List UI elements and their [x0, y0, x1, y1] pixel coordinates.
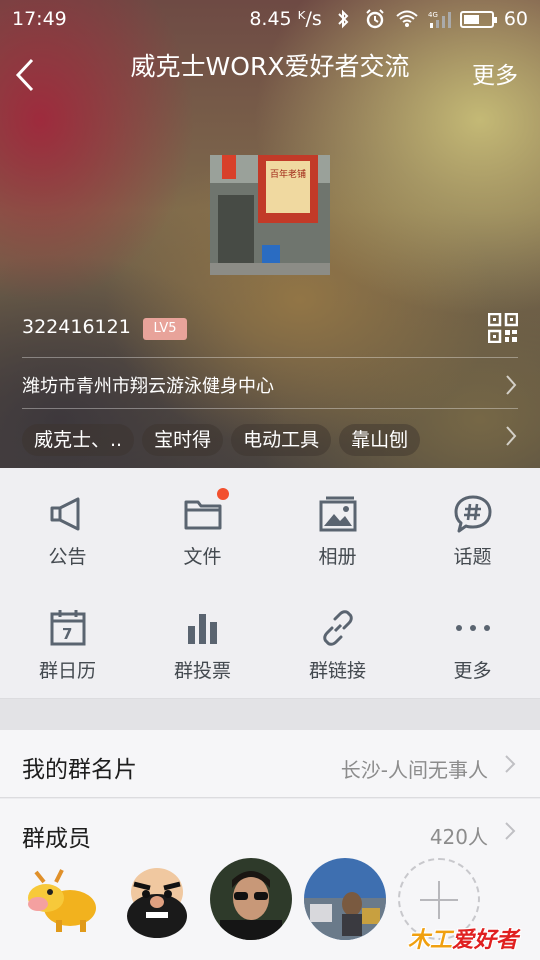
topics-button[interactable]: 话题	[405, 494, 540, 604]
group-tag[interactable]: 电动工具	[231, 424, 332, 456]
divider	[22, 408, 518, 409]
chevron-right-icon	[505, 822, 516, 840]
function-grid: 公告 文件 相册 话题 7 群日历 群投票 群链接 更多	[0, 468, 540, 698]
chevron-right-icon	[505, 755, 516, 773]
megaphone-icon	[50, 497, 79, 531]
group-location[interactable]: 潍坊市青州市翔云游泳健身中心	[22, 372, 274, 398]
bluetooth-icon	[332, 9, 354, 29]
more-dots-icon	[455, 625, 490, 631]
chevron-right-icon	[506, 426, 517, 446]
function-label: 话题	[453, 546, 492, 568]
qr-code-icon[interactable]	[487, 312, 519, 344]
group-card-value: 长沙-人间无事人	[340, 758, 488, 782]
section-gap	[0, 698, 540, 730]
group-header: 17:49 8.45 ᴷ/s 4G 60 威克士WORX爱好者交流 更多 百年老…	[0, 0, 540, 468]
alarm-icon	[364, 9, 386, 29]
status-bar: 17:49 8.45 ᴷ/s 4G 60	[0, 0, 540, 38]
function-label: 群投票	[173, 660, 231, 682]
function-label: 群日历	[38, 660, 96, 682]
group-id: 322416121	[22, 316, 131, 338]
bar-chart-icon	[187, 614, 217, 644]
level-badge: LV5	[143, 318, 187, 340]
function-label: 更多	[453, 660, 492, 682]
battery-level: 60	[503, 8, 528, 30]
function-label: 公告	[48, 546, 87, 568]
calendar-icon: 7	[50, 610, 85, 646]
group-tag[interactable]: 靠山刨	[339, 424, 421, 456]
folder-icon	[184, 500, 221, 530]
chevron-left-icon	[15, 58, 34, 92]
group-members-count: 420人	[429, 825, 488, 849]
chevron-right-icon	[506, 375, 517, 395]
wifi-icon	[396, 9, 418, 29]
member-avatar[interactable]	[116, 858, 198, 940]
topic-hash-icon	[454, 495, 491, 533]
link-icon	[322, 610, 353, 646]
signal-4g-icon: 4G	[428, 9, 451, 29]
member-avatar[interactable]	[210, 858, 292, 940]
divider	[22, 357, 518, 358]
album-button[interactable]: 相册	[270, 494, 405, 604]
group-card-row[interactable]: 我的群名片 长沙-人间无事人	[0, 730, 540, 798]
group-members-label: 群成员	[22, 826, 91, 852]
svg-text:4G: 4G	[428, 11, 438, 19]
battery-icon	[459, 10, 497, 28]
group-avatar-image: 百年老铺	[210, 155, 330, 275]
more-button[interactable]: 更多	[472, 56, 518, 90]
group-avatar[interactable]: 百年老铺	[210, 155, 330, 275]
network-speed: 8.45 ᴷ/s	[249, 8, 322, 30]
back-button[interactable]	[8, 50, 48, 100]
announcement-button[interactable]: 公告	[0, 494, 135, 604]
group-tag[interactable]: 宝时得	[142, 424, 224, 456]
svg-text:百年老铺: 百年老铺	[270, 168, 306, 180]
member-avatar[interactable]	[22, 858, 104, 940]
status-time: 17:49	[12, 8, 67, 30]
svg-text:7: 7	[62, 625, 72, 643]
group-card-label: 我的群名片	[22, 757, 137, 783]
photo-album-icon	[319, 496, 356, 532]
function-label: 群链接	[308, 660, 366, 682]
group-tag[interactable]: 威克士、..	[22, 424, 135, 456]
function-label: 相册	[318, 546, 357, 568]
member-avatar[interactable]	[304, 858, 386, 940]
new-file-badge	[217, 488, 229, 500]
files-button[interactable]: 文件	[135, 488, 270, 604]
group-tags[interactable]: 威克士、.. 宝时得 电动工具 靠山刨	[22, 424, 421, 456]
function-label: 文件	[183, 546, 222, 568]
watermark-logo: 木工爱好者	[408, 928, 519, 953]
group-title: 威克士WORX爱好者交流	[130, 52, 410, 81]
